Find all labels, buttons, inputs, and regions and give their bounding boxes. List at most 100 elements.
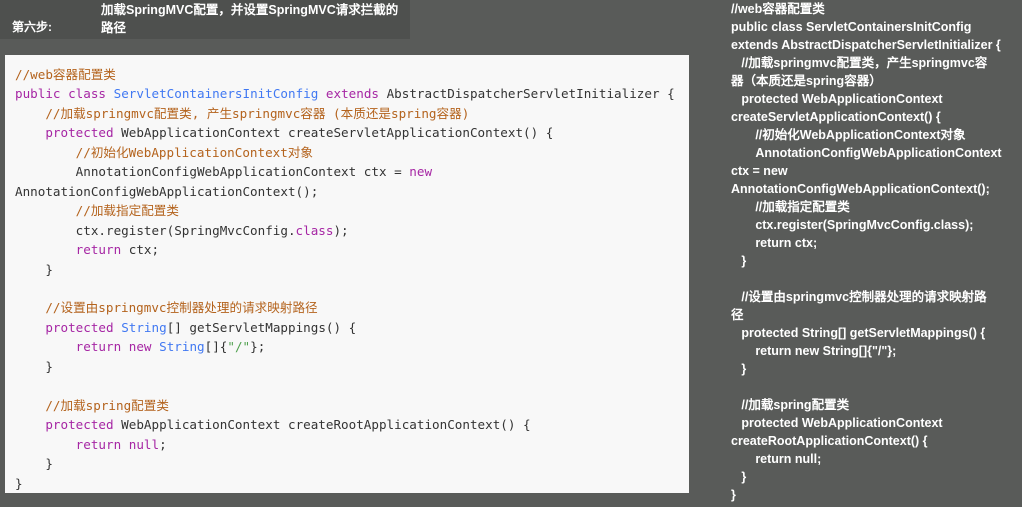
plain-line: protected WebApplicationContext — [731, 92, 943, 106]
code-token: WebApplicationContext createRootApplicat… — [113, 417, 531, 433]
code-token: return — [75, 242, 122, 258]
plain-line: 器（本质还是spring容器） — [731, 74, 882, 88]
code-token: String — [159, 339, 205, 355]
code-line: protected WebApplicationContext createRo… — [15, 417, 531, 433]
plain-line: return new String[]{"/"}; — [731, 344, 897, 358]
plain-line: } — [731, 488, 736, 502]
code-token: public — [15, 86, 61, 102]
code-token: AnnotationConfigWebApplicationContext(); — [15, 183, 319, 199]
plain-line: return ctx; — [731, 236, 818, 250]
code-token: []{ — [204, 339, 228, 355]
code-token: ; — [159, 436, 167, 452]
code-line: AnnotationConfigWebApplicationContext ct… — [15, 164, 432, 179]
code-token: String — [121, 319, 167, 335]
code-token: } — [15, 475, 23, 491]
code-token: protected — [45, 319, 114, 335]
code-token: ServletContainersInitConfig — [113, 86, 319, 102]
code-line: //初始化WebApplicationContext对象 — [15, 145, 313, 160]
code-token: //初始化WebApplicationContext对象 — [15, 144, 314, 160]
code-token: extends — [325, 86, 379, 102]
code-token: [] getServletMappings() { — [166, 319, 357, 335]
plain-line: } — [731, 470, 747, 484]
plain-line: return null; — [731, 452, 822, 466]
plain-line: //加载指定配置类 — [731, 200, 850, 214]
plain-line: ctx = new — [731, 164, 788, 178]
code-line: public class ServletContainersInitConfig… — [15, 86, 675, 101]
plain-line: extends AbstractDispatcherServletInitial… — [731, 38, 1001, 52]
code-token: //加载spring配置类 — [15, 397, 169, 413]
plain-line: } — [731, 254, 747, 268]
code-line: return null; — [15, 437, 167, 452]
plain-line: //设置由springmvc控制器处理的请求映射路 — [731, 290, 987, 304]
code-token: return — [75, 339, 122, 355]
plain-line: ctx.register(SpringMvcConfig.class); — [731, 218, 974, 232]
step-header: 第六步: 加载SpringMVC配置，并设置SpringMVC请求拦截的路径 — [0, 0, 410, 39]
code-line: return ctx; — [15, 242, 159, 257]
code-line: protected String[] getServletMappings() … — [15, 320, 356, 335]
code-block: //web容器配置类 public class ServletContainer… — [5, 55, 689, 493]
code-line: } — [15, 456, 53, 471]
code-token: } — [15, 456, 53, 472]
plain-line: createServletApplicationContext() { — [731, 110, 941, 124]
plain-line — [731, 378, 1021, 396]
code-line: //加载spring配置类 — [15, 398, 169, 413]
code-line: AnnotationConfigWebApplicationContext(); — [15, 184, 318, 199]
plain-line: AnnotationConfigWebApplicationContext(); — [731, 182, 990, 196]
plain-line: //初始化WebApplicationContext对象 — [731, 128, 966, 142]
step-label: 第六步: — [12, 20, 52, 34]
plain-line: //加载spring配置类 — [731, 398, 850, 412]
code-token: AnnotationConfigWebApplicationContext ct… — [15, 164, 410, 180]
code-token: AbstractDispatcherServletInitializer { — [379, 86, 675, 102]
plain-line: public class ServletContainersInitConfig — [731, 20, 972, 34]
plain-line: protected WebApplicationContext — [731, 416, 943, 430]
plain-line: 径 — [731, 308, 744, 322]
plain-line: } — [731, 362, 747, 376]
code-line: } — [15, 359, 53, 374]
plain-line: //加载springmvc配置类，产生springmvc容 — [731, 56, 988, 70]
code-token: return — [75, 436, 122, 452]
code-line: return new String[]{"/"}; — [15, 339, 266, 355]
code-line: } — [15, 476, 23, 491]
plain-line: createRootApplicationContext() { — [731, 434, 928, 448]
code-token: ctx.register(SpringMvcConfig. — [15, 222, 296, 238]
code-token: WebApplicationContext createServletAppli… — [113, 125, 554, 141]
code-line: //加载springmvc配置类, 产生springmvc容器 (本质还是spr… — [15, 106, 469, 121]
code-token: "/" — [227, 339, 251, 355]
code-line: //设置由springmvc控制器处理的请求映射路径 — [15, 300, 318, 316]
code-token: } — [15, 358, 53, 374]
plain-line: AnnotationConfigWebApplicationContext — [731, 146, 1002, 160]
code-line: //web容器配置类 — [15, 67, 116, 82]
code-content: //web容器配置类 public class ServletContainer… — [15, 65, 689, 493]
code-token: //设置由springmvc控制器处理的请求映射路径 — [15, 300, 318, 316]
code-token: null — [128, 436, 160, 452]
code-token: ); — [333, 222, 349, 238]
plain-line: //web容器配置类 — [731, 2, 825, 16]
plain-code-text: //web容器配置类 public class ServletContainers… — [731, 0, 1021, 504]
code-token: //加载指定配置类 — [15, 203, 179, 219]
code-token: }; — [250, 339, 266, 355]
code-line: protected WebApplicationContext createSe… — [15, 125, 553, 140]
code-token: //加载springmvc配置类, 产生springmvc容器 (本质还是spr… — [15, 105, 470, 121]
code-token: //web容器配置类 — [15, 67, 116, 82]
step-description: 加载SpringMVC配置，并设置SpringMVC请求拦截的路径 — [101, 3, 399, 35]
code-token: class — [68, 86, 107, 102]
code-token: class — [295, 222, 334, 238]
code-token: } — [15, 261, 53, 277]
code-token: new — [409, 164, 433, 180]
code-token: protected — [45, 417, 114, 433]
code-line: ctx.register(SpringMvcConfig.class); — [15, 223, 349, 238]
code-token: ctx; — [121, 242, 160, 258]
code-token: protected — [45, 125, 114, 141]
